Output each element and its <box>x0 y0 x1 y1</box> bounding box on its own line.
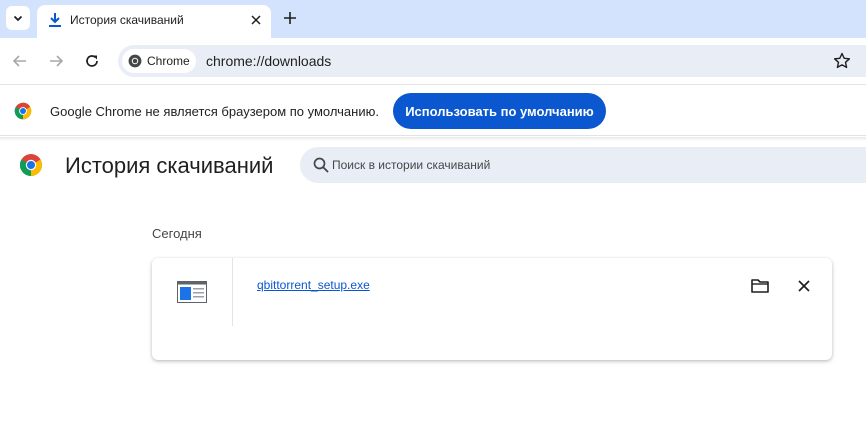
page-title: История скачиваний <box>65 153 274 178</box>
exe-file-icon <box>177 281 207 303</box>
close-icon[interactable] <box>795 277 813 295</box>
chrome-logo-icon <box>19 154 43 176</box>
divider <box>0 137 866 141</box>
forward-arrow-icon[interactable] <box>46 51 66 71</box>
back-arrow-icon[interactable] <box>10 51 30 71</box>
tab-strip: История скачиваний <box>0 0 866 38</box>
site-info-chip[interactable]: Chrome <box>122 49 196 73</box>
file-name-link[interactable]: qbittorrent_setup.exe <box>257 278 370 292</box>
chip-label: Chrome <box>147 54 190 68</box>
star-icon[interactable] <box>832 51 852 71</box>
folder-icon[interactable] <box>750 277 770 295</box>
omnibox[interactable]: Chrome chrome://downloads <box>118 45 866 77</box>
downloads-page: История скачиваний Сегодня qbittorrent_s… <box>0 137 866 437</box>
set-default-button[interactable]: Использовать по умолчанию <box>393 93 606 129</box>
reload-icon[interactable] <box>82 51 102 71</box>
download-icon <box>49 13 61 27</box>
close-icon[interactable] <box>248 12 264 28</box>
search-icon <box>313 157 329 173</box>
tab-search-button[interactable] <box>6 6 30 30</box>
infobar-message: Google Chrome не является браузером по у… <box>50 104 379 119</box>
date-heading: Сегодня <box>152 226 202 241</box>
search-box[interactable] <box>300 147 866 183</box>
chevron-down-icon <box>13 15 23 22</box>
default-browser-infobar: Google Chrome не является браузером по у… <box>0 84 866 136</box>
search-input[interactable] <box>332 147 852 183</box>
toolbar: Chrome chrome://downloads <box>0 38 866 84</box>
url-text[interactable]: chrome://downloads <box>206 53 331 69</box>
tab-title: История скачиваний <box>70 13 184 27</box>
card-divider <box>232 258 233 326</box>
plus-icon[interactable] <box>281 9 299 27</box>
download-item: qbittorrent_setup.exe <box>152 258 832 360</box>
tab-downloads[interactable]: История скачиваний <box>37 5 271 38</box>
chrome-logo-icon <box>128 54 142 68</box>
chrome-logo-icon <box>14 102 32 120</box>
